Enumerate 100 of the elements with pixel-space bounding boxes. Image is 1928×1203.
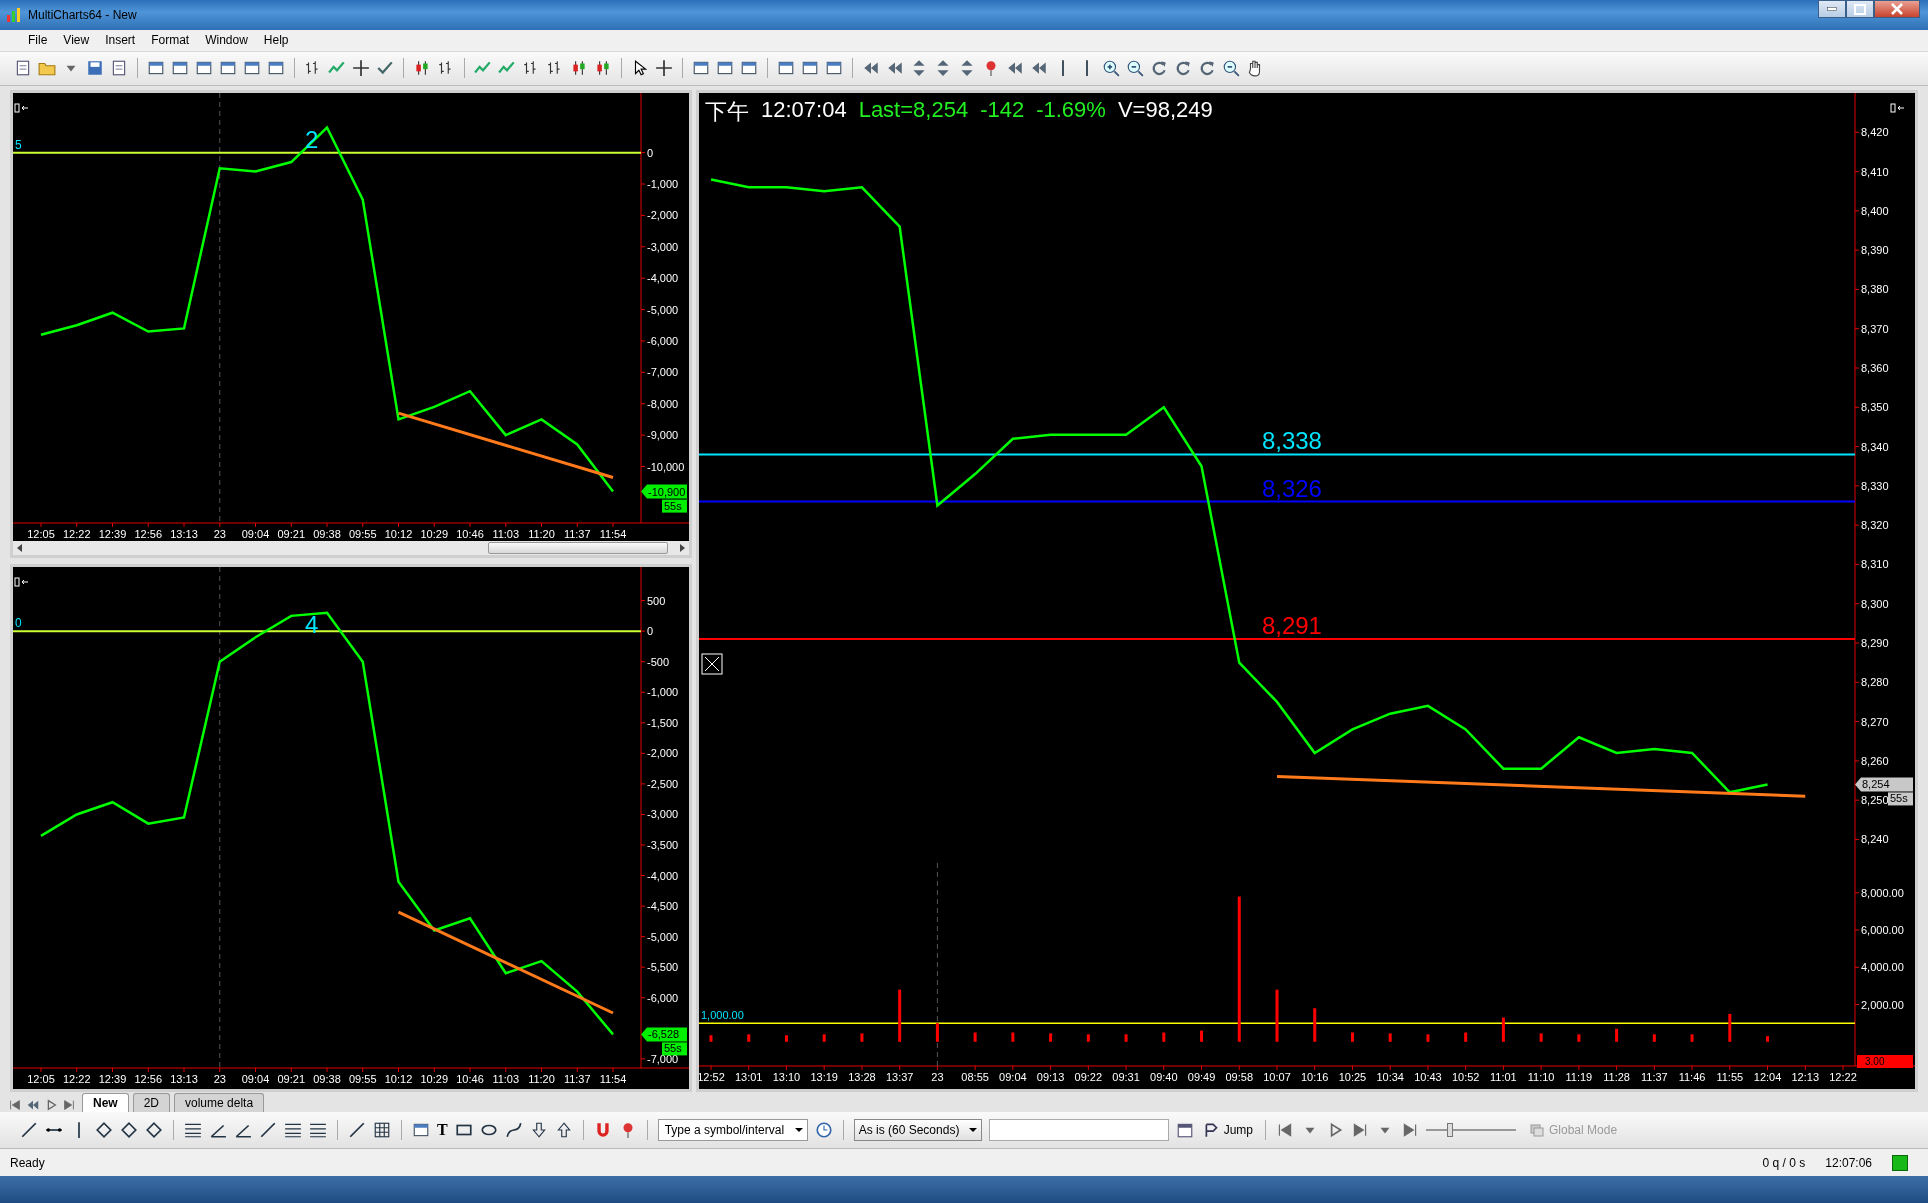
x-axis-label: 09:55 — [349, 1072, 377, 1085]
y-axis-label: -5,000 — [647, 930, 679, 943]
zoom-out-icon[interactable] — [1222, 59, 1240, 78]
diamond-icon[interactable] — [120, 1121, 138, 1140]
zoom-out-icon[interactable] — [1126, 59, 1144, 78]
menu-item[interactable]: File — [20, 31, 56, 50]
trend-line[interactable] — [398, 411, 614, 479]
diagonal-line-icon[interactable] — [259, 1121, 277, 1140]
x-axis-label: 11:46 — [1678, 1070, 1706, 1083]
x-axis-label: 11:19 — [1565, 1070, 1593, 1083]
y-axis-label: 8,310 — [1861, 558, 1889, 571]
window-title: MultiCharts64 - New — [28, 7, 138, 22]
x-axis-label: 11:20 — [528, 527, 555, 540]
rotate-icon[interactable] — [1174, 59, 1192, 78]
candlestick-icon[interactable] — [413, 59, 431, 78]
sheet-tab[interactable]: 2D — [132, 1093, 171, 1113]
time-label: 12:07:04 — [761, 96, 847, 124]
rotate-icon[interactable] — [1150, 59, 1168, 78]
document-icon[interactable] — [14, 59, 32, 78]
zoom-in-icon[interactable] — [1102, 59, 1120, 78]
panel-toggle-icon[interactable] — [1889, 102, 1905, 113]
timer-badge: 55s — [662, 1042, 687, 1056]
candlestick-icon[interactable] — [594, 59, 612, 78]
candlestick-icon[interactable] — [570, 59, 588, 78]
menu-item[interactable]: Format — [143, 31, 198, 50]
jump-button[interactable]: Jump — [1200, 1121, 1255, 1140]
down-arrow-icon[interactable] — [529, 1121, 548, 1140]
trend-line[interactable] — [1276, 774, 1806, 798]
last-price-badge: -6,528 — [641, 1027, 687, 1042]
grid-icon[interactable] — [373, 1121, 391, 1140]
crosshair-icon[interactable] — [352, 59, 370, 78]
curve-icon[interactable] — [504, 1121, 523, 1140]
x-axis-label: 11:37 — [563, 1072, 591, 1085]
rotate-icon[interactable] — [1198, 59, 1216, 78]
x-axis-label: 13:10 — [772, 1070, 801, 1083]
diagonal-line-icon[interactable] — [20, 1121, 38, 1140]
price-change: -142 — [980, 96, 1025, 124]
x-axis-label: 13:13 — [170, 527, 198, 540]
symbol-field[interactable]: Type a symbol/interval — [657, 1119, 808, 1142]
crosshair-icon[interactable] — [655, 59, 673, 78]
save-icon[interactable] — [86, 59, 104, 78]
menu-item[interactable]: Window — [197, 31, 256, 50]
y-axis-label: 0 — [647, 146, 654, 159]
sheet-tab[interactable]: volume delta — [174, 1093, 265, 1113]
calendar-icon[interactable] — [1175, 1121, 1194, 1140]
x-axis-label: 13:28 — [848, 1070, 876, 1083]
y-axis-label: 6,000.00 — [1861, 923, 1904, 936]
panel-toggle-icon[interactable] — [13, 102, 29, 113]
document-icon[interactable] — [110, 59, 128, 78]
diagonal-line-icon[interactable] — [348, 1121, 366, 1140]
x-axis-label: 09:04 — [241, 527, 270, 540]
resolution-dropdown[interactable]: As is (60 Seconds) — [853, 1119, 982, 1142]
x-axis-label: 08:55 — [961, 1070, 989, 1083]
x-axis-label: 11:10 — [1527, 1070, 1555, 1083]
text-tool[interactable]: T — [437, 1121, 448, 1140]
sheet-tab[interactable]: New — [82, 1093, 129, 1113]
x-axis-label: 10:52 — [1451, 1070, 1480, 1083]
panel-toggle-icon[interactable] — [13, 576, 29, 587]
x-axis-label: 12:05 — [27, 527, 55, 540]
up-arrow-icon[interactable] — [554, 1121, 573, 1140]
parallel-lines-icon[interactable] — [309, 1121, 327, 1140]
close-button[interactable] — [1874, 0, 1920, 18]
parallel-lines-icon[interactable] — [184, 1121, 202, 1140]
minimize-button[interactable] — [1818, 0, 1846, 18]
x-axis-label: 12:39 — [98, 1072, 127, 1085]
maximize-button[interactable] — [1846, 0, 1874, 18]
volume-label: V=98,249 — [1117, 96, 1213, 124]
y-axis-label: -1,000 — [647, 685, 679, 698]
diamond-icon[interactable] — [145, 1121, 163, 1140]
menu-item[interactable]: Insert — [97, 31, 144, 50]
step-forward-icon[interactable] — [62, 1098, 76, 1113]
menu-item[interactable]: View — [55, 31, 98, 50]
clock-icon[interactable] — [814, 1121, 833, 1140]
volume-bar — [1388, 1033, 1392, 1042]
y-axis-label: -7,000 — [647, 366, 679, 379]
y-axis-label: 8,000.00 — [1861, 886, 1904, 899]
x-axis-label: 23 — [931, 1070, 944, 1083]
close-box-icon[interactable] — [701, 652, 723, 675]
diamond-icon[interactable] — [95, 1121, 113, 1140]
level-label: 1,000.00 — [701, 1008, 744, 1021]
connection-indicator — [1892, 1154, 1908, 1171]
parallel-lines-icon[interactable] — [284, 1121, 302, 1140]
x-axis-label: 11:03 — [492, 1072, 520, 1085]
x-axis-label: 11:28 — [1603, 1070, 1630, 1083]
step-back-icon[interactable] — [8, 1098, 22, 1113]
y-axis-label: -6,000 — [647, 334, 679, 347]
trend-line[interactable] — [397, 910, 614, 1015]
y-axis-label: -5,500 — [647, 960, 679, 973]
y-axis-label: -4,000 — [647, 271, 679, 284]
x-axis-label: 13:37 — [885, 1070, 914, 1083]
zoom-slider[interactable] — [1426, 1123, 1516, 1138]
menu-item[interactable]: Help — [255, 31, 297, 50]
x-axis-label: 11:20 — [528, 1072, 555, 1085]
x-axis-label: 10:12 — [384, 1072, 413, 1085]
y-axis-label: -8,000 — [647, 397, 679, 410]
date-field[interactable] — [988, 1119, 1169, 1142]
y-axis-label: -2,000 — [647, 747, 679, 760]
x-axis-label: 12:56 — [134, 1072, 162, 1085]
volume-bar — [709, 1035, 713, 1042]
volume-bar — [784, 1035, 788, 1042]
